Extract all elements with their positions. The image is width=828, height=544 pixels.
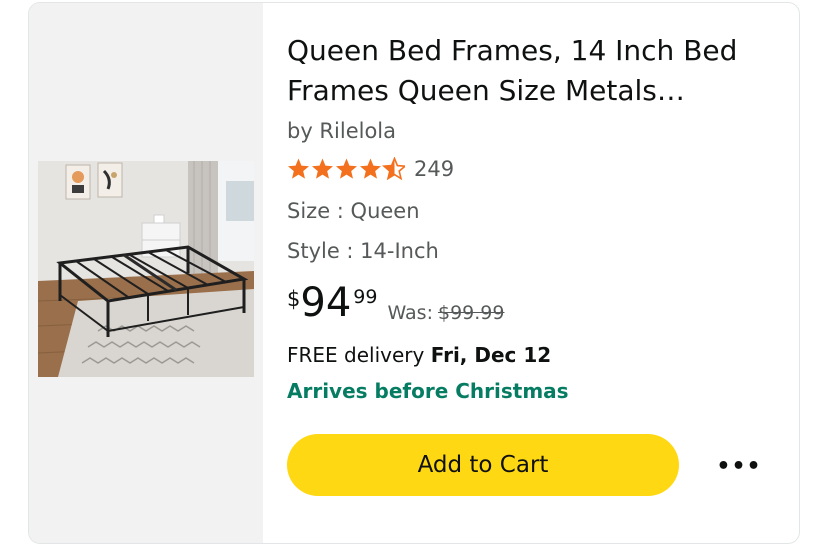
price-row: $ 94 99 Was: $99.99 bbox=[287, 281, 504, 331]
more-options-icon[interactable]: ••• bbox=[711, 448, 767, 484]
rating-row[interactable]: 249 bbox=[287, 154, 454, 184]
rating-count[interactable]: 249 bbox=[414, 157, 454, 181]
add-to-cart-button[interactable]: Add to Cart bbox=[287, 434, 679, 496]
product-card[interactable]: Queen Bed Frames, 14 Inch Bed Frames Que… bbox=[28, 2, 800, 544]
size-spec: Size : Queen bbox=[287, 199, 420, 223]
star-full-icon bbox=[288, 158, 309, 179]
star-rating bbox=[287, 157, 405, 181]
delivery-prefix: FREE delivery bbox=[287, 343, 425, 367]
star-full-icon bbox=[360, 158, 381, 179]
brand-name[interactable]: by Rilelola bbox=[287, 119, 396, 143]
price-fraction: 99 bbox=[353, 286, 378, 308]
was-price-label: Was: $99.99 bbox=[387, 302, 504, 324]
style-spec: Style : 14-Inch bbox=[287, 239, 439, 263]
price-whole: 94 bbox=[300, 280, 352, 326]
star-full-icon bbox=[312, 158, 333, 179]
star-icons bbox=[288, 157, 405, 180]
product-image-pane[interactable] bbox=[29, 3, 263, 543]
price-currency: $ bbox=[287, 287, 301, 311]
star-half-icon bbox=[383, 157, 405, 180]
product-title[interactable]: Queen Bed Frames, 14 Inch Bed Frames Que… bbox=[287, 31, 767, 111]
was-label: Was: bbox=[387, 302, 433, 324]
star-full-icon bbox=[336, 158, 357, 179]
delivery-info: FREE delivery Fri, Dec 12 bbox=[287, 343, 551, 367]
product-image[interactable] bbox=[38, 161, 254, 377]
delivery-date: Fri, Dec 12 bbox=[430, 343, 552, 367]
arrives-before-christmas: Arrives before Christmas bbox=[287, 379, 569, 403]
was-price: $99.99 bbox=[437, 302, 505, 324]
